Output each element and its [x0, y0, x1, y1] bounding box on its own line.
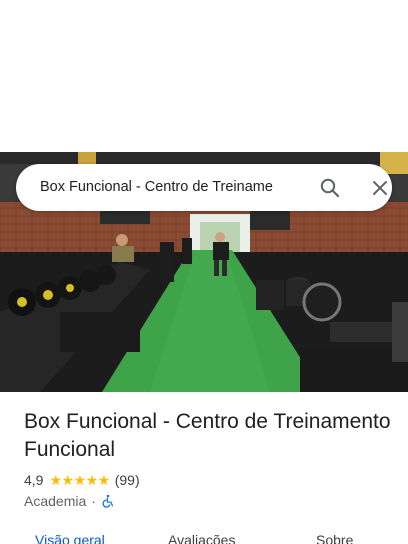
separator-dot: ·: [91, 493, 96, 509]
category-row: Academia ·: [24, 492, 115, 510]
search-bar[interactable]: Box Funcional - Centro de Treiname: [16, 164, 392, 211]
tab-overview[interactable]: Visão geral: [35, 532, 105, 544]
search-input[interactable]: Box Funcional - Centro de Treiname: [40, 178, 290, 196]
review-count[interactable]: (99): [115, 472, 140, 488]
tab-reviews[interactable]: Avaliações: [168, 532, 235, 544]
star-rating-icon: ★★★★★: [49, 471, 110, 488]
search-icon[interactable]: [318, 176, 342, 200]
rating-value: 4,9: [24, 472, 44, 488]
close-icon[interactable]: [368, 176, 392, 200]
place-tabs: Visão geral Avaliações Sobre: [0, 528, 408, 544]
place-category[interactable]: Academia: [24, 493, 86, 509]
wheelchair-accessible-icon: [101, 494, 115, 508]
rating-row[interactable]: 4,9 ★★★★★ (99): [24, 471, 140, 489]
place-title: Box Funcional - Centro de Treinamento Fu…: [24, 410, 391, 461]
tab-about[interactable]: Sobre: [316, 532, 353, 544]
